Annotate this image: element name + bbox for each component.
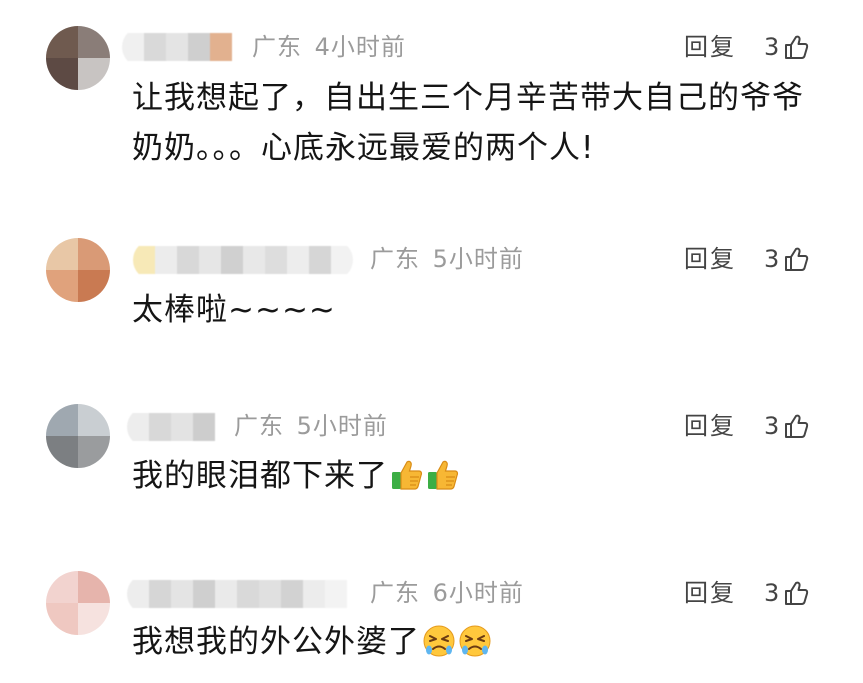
username-blurred[interactable] (133, 240, 353, 280)
thumbs-up-outline-icon (785, 414, 809, 438)
comment-body: 我的眼泪都下来了 (132, 458, 388, 494)
comment-text: 让我想起了，自出生三个月辛苦带大自己的爷爷奶奶。。。心底永远最爱的两个人! (132, 73, 832, 173)
reply-button[interactable]: 回复 (684, 32, 736, 62)
avatar[interactable] (46, 571, 110, 635)
comment-text: 我想我的外公外婆了 (132, 617, 832, 667)
like-button[interactable]: 3 (764, 244, 809, 274)
like-count: 3 (764, 579, 780, 607)
location-label: 广东 (234, 412, 284, 440)
like-count: 3 (764, 33, 780, 61)
comment-text: 太棒啦~~~~ (132, 285, 832, 335)
comment-body: 让我想起了，自出生三个月辛苦带大自己的爷爷奶奶。。。心底永远最爱的两个人! (132, 80, 804, 166)
avatar[interactable] (46, 238, 110, 302)
reply-button[interactable]: 回复 (684, 578, 736, 608)
comment-list: 广东 4小时前 回复 3 让我想起了，自出生三个月辛苦带大自己的爷爷奶奶。。。心… (0, 0, 863, 683)
thumbs-up-outline-icon (785, 35, 809, 59)
like-count: 3 (764, 412, 780, 440)
location-label: 广东 (252, 33, 302, 61)
username-blurred[interactable] (122, 27, 240, 67)
thumbs-up-emoji (392, 460, 423, 490)
username-blurred[interactable] (127, 407, 223, 447)
comment-body: 我想我的外公外婆了 (132, 624, 420, 660)
timestamp: 5小时前 (432, 245, 524, 273)
reply-button[interactable]: 回复 (684, 244, 736, 274)
avatar[interactable] (46, 404, 110, 468)
thumbs-up-outline-icon (785, 247, 809, 271)
reply-button[interactable]: 回复 (684, 411, 736, 441)
username-blurred[interactable] (127, 574, 353, 614)
location-label: 广东 (370, 579, 420, 607)
comment-meta: 广东 5小时前 (234, 411, 388, 441)
like-button[interactable]: 3 (764, 578, 809, 608)
timestamp: 5小时前 (296, 412, 388, 440)
comment-meta: 广东 6小时前 (370, 578, 524, 608)
comment-text: 我的眼泪都下来了 (132, 451, 832, 501)
timestamp: 4小时前 (314, 33, 406, 61)
persevering-face-emoji (459, 625, 491, 657)
comment-meta: 广东 5小时前 (370, 244, 524, 274)
comment-body: 太棒啦~~~~ (132, 292, 336, 328)
thumbs-up-outline-icon (785, 581, 809, 605)
like-button[interactable]: 3 (764, 411, 809, 441)
avatar[interactable] (46, 26, 110, 90)
like-button[interactable]: 3 (764, 32, 809, 62)
persevering-face-emoji (423, 625, 455, 657)
thumbs-up-emoji (428, 460, 459, 490)
location-label: 广东 (370, 245, 420, 273)
comment-meta: 广东 4小时前 (252, 32, 406, 62)
timestamp: 6小时前 (432, 579, 524, 607)
like-count: 3 (764, 245, 780, 273)
